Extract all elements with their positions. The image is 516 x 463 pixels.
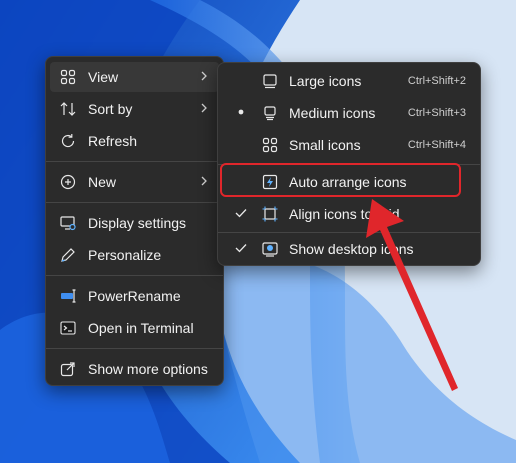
menu-item-label: Refresh [88,133,138,149]
menu-separator [46,348,223,349]
submenu-item-label: Auto arrange icons [289,174,407,190]
medium-icons-icon [264,106,276,121]
checkmark-icon [235,244,247,253]
menu-item-label: Sort by [88,101,133,117]
power-rename-icon [61,289,76,303]
menu-item-refresh[interactable]: Refresh [50,126,219,156]
align-grid-icon [262,206,278,222]
menu-item-label: Open in Terminal [88,320,194,336]
terminal-icon [60,321,76,335]
menu-item-new[interactable]: New [50,167,219,197]
large-icons-icon [263,74,277,89]
show-desktop-icon [262,242,278,257]
menu-item-show-more-options[interactable]: Show more options [50,354,219,384]
keyboard-shortcut: Ctrl+Shift+4 [407,139,466,151]
menu-item-sort-by[interactable]: Sort by [50,94,219,124]
menu-separator [46,202,223,203]
sort-icon [60,102,76,116]
submenu-item-label: Medium icons [289,105,376,121]
auto-arrange-icon [262,174,278,190]
chevron-right-icon [201,176,207,186]
menu-item-label: New [88,174,117,190]
show-more-icon [60,362,75,377]
menu-separator [218,164,480,165]
menu-separator [46,275,223,276]
view-grid-icon [60,69,76,85]
small-icons-icon [262,137,278,153]
checkmark-icon [235,209,247,218]
refresh-icon [61,134,75,148]
submenu-item-label: Large icons [289,73,362,89]
submenu-item-medium-icons[interactable]: Medium icons Ctrl+Shift+3 [222,98,476,128]
menu-item-label: PowerRename [88,288,181,304]
menu-item-label: Display settings [88,215,187,231]
submenu-item-label: Small icons [289,137,361,153]
pen-icon [61,248,75,262]
display-settings-icon [60,216,76,231]
menu-item-display-settings[interactable]: Display settings [50,208,219,238]
submenu-item-align-icons-to-grid[interactable]: Align icons to grid [222,199,476,229]
keyboard-shortcut: Ctrl+Shift+3 [407,107,466,119]
chevron-right-icon [201,71,207,81]
submenu-item-small-icons[interactable]: Small icons Ctrl+Shift+4 [222,130,476,160]
menu-item-label: View [88,69,119,85]
menu-item-open-in-terminal[interactable]: Open in Terminal [50,313,219,343]
new-plus-icon [60,174,76,190]
submenu-item-label: Show desktop icons [289,241,414,257]
menu-item-label: Show more options [88,361,208,377]
menu-item-personalize[interactable]: Personalize [50,240,219,270]
menu-separator [218,232,480,233]
chevron-right-icon [201,103,207,113]
submenu-item-large-icons[interactable]: Large icons Ctrl+Shift+2 [222,66,476,96]
menu-item-view[interactable]: View [50,62,219,92]
submenu-item-auto-arrange-icons[interactable]: Auto arrange icons [222,167,476,197]
submenu-item-label: Align icons to grid [289,206,400,222]
menu-item-label: Personalize [88,247,162,263]
desktop-context-menu: View Sort by Refresh New Display setting… [45,56,224,386]
menu-item-powerrename[interactable]: PowerRename [50,281,219,311]
keyboard-shortcut: Ctrl+Shift+2 [407,75,466,87]
menu-separator [46,161,223,162]
view-submenu: Large icons Ctrl+Shift+2 Medium icons Ct… [217,62,481,266]
selected-bullet-icon [238,109,244,115]
submenu-item-show-desktop-icons[interactable]: Show desktop icons [222,234,476,264]
